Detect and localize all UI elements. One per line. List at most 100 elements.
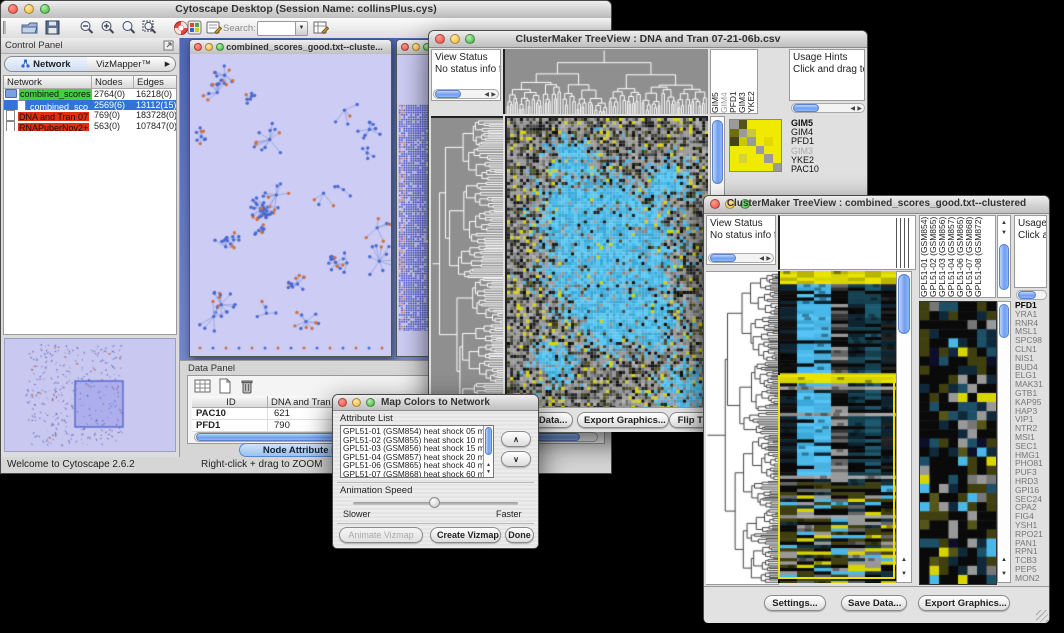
tv1-heatmap[interactable] [505,116,708,409]
column-label[interactable]: YKE2 [747,50,756,113]
close-icon[interactable] [194,43,202,51]
attribute-item[interactable]: GPL51-02 (GSM855) heat shock 10 min [343,436,493,445]
speed-slider-thumb[interactable] [429,497,440,508]
move-down-button[interactable]: ∨ [501,451,531,467]
save-data-button[interactable]: Save Data... [841,595,907,611]
matrix-cell[interactable] [730,154,739,163]
dialog-titlebar[interactable]: Map Colors to Network [333,395,538,411]
tv2-row-dendrogram[interactable] [706,271,779,585]
annotation-icon[interactable] [206,20,222,35]
matrix-cell[interactable] [739,163,748,172]
matrix-cell[interactable] [756,154,765,163]
matrix-cell[interactable] [747,163,756,172]
search-input[interactable] [257,21,297,36]
column-label[interactable]: GIM4 [720,50,729,113]
matrix-cell[interactable] [739,154,748,163]
tv2-titlebar[interactable]: ClusterMaker TreeView : combined_scores_… [704,196,1049,214]
scroll-left-icon[interactable]: ◀ [759,255,764,263]
tv1-titlebar[interactable]: ClusterMaker TreeView : DNA and Tran 07-… [429,31,867,48]
matrix-cell[interactable] [739,137,748,146]
matrix-cell[interactable] [739,120,748,129]
scroll-up-icon[interactable]: ▲ [998,220,1010,227]
table-icon[interactable] [194,379,211,394]
animate-vizmap-button[interactable]: Animate Vizmap [339,527,423,543]
zoom-fit-icon[interactable] [121,20,136,35]
matrix-cell[interactable] [773,146,782,155]
tv2-vscrollbar[interactable]: ▲ ▼ [896,271,912,583]
tv1-zoom-matrix[interactable] [729,119,782,172]
tv2-zoom-heatmap[interactable] [919,301,997,585]
matrix-cell[interactable] [764,120,773,129]
settings-button[interactable]: Settings... [764,595,826,611]
scrollbar-thumb[interactable] [898,274,910,334]
tv1-column-dendrogram[interactable] [503,49,708,114]
column-label[interactable]: GPL51-08 (GSM872) [974,216,983,297]
network-table-row[interactable]: DNA and Tran 07769(0)183728(0) [4,110,176,121]
scrollbar-thumb[interactable] [1018,291,1036,299]
column-label[interactable]: GPL51-03 (GSM856) [938,216,947,297]
matrix-cell[interactable] [764,163,773,172]
matrix-cell[interactable] [747,146,756,155]
scrollbar-thumb[interactable] [793,104,819,112]
data-col-id[interactable]: ID [192,396,268,408]
matrix-cell[interactable] [730,146,739,155]
matrix-cell[interactable] [730,129,739,138]
column-label[interactable]: PFD1 [729,50,738,113]
open-folder-icon[interactable] [21,20,38,35]
tv2-status-scrollbar[interactable]: ◀ ▶ [708,253,774,263]
column-label[interactable]: GPL51-06 (GSM865) [956,216,965,297]
zoom-out-icon[interactable] [79,20,94,35]
scroll-right-icon[interactable]: ▶ [491,91,496,99]
col-nodes[interactable]: Nodes [92,76,134,89]
birdseye-view[interactable] [4,338,176,452]
tv2-collabel-scrollbar[interactable]: ▲ ▼ [997,215,1011,298]
tab-network[interactable]: Network [4,56,88,72]
tv2-column-labels[interactable]: GPL51-01 (GSM854)GPL51-02 (GSM855)GPL51-… [919,215,996,298]
dense-network-canvas[interactable] [398,104,432,331]
col-edges[interactable]: Edges [134,76,176,89]
column-label[interactable]: GPL51-04 (GSM857) [947,216,956,297]
gene-label[interactable]: MON2 [1015,574,1048,583]
matrix-cell[interactable] [730,163,739,172]
tv1-hints-scrollbar[interactable]: ◀ ▶ [791,103,865,113]
tv1-column-labels[interactable]: GIM5GIM4PFD1GIM3YKE2PAC10 [710,49,758,114]
scrollbar-thumb[interactable] [999,304,1009,338]
scroll-left-icon[interactable]: ◀ [850,105,855,113]
matrix-cell[interactable] [747,120,756,129]
export-graphics-button[interactable]: Export Graphics... [918,595,1010,611]
close-icon[interactable] [401,43,409,51]
scroll-down-icon[interactable]: ▼ [998,571,1010,578]
col-network[interactable]: Network [4,76,92,89]
scroll-down-icon[interactable]: ▼ [897,571,911,578]
node-attributes-icon[interactable] [187,20,202,35]
attribute-item[interactable]: GPL51-07 (GSM868) heat shock 60 min [343,470,493,478]
matrix-cell[interactable] [730,137,739,146]
matrix-cell[interactable] [773,154,782,163]
minimize-icon[interactable] [412,43,420,51]
zoom-selected-icon[interactable] [142,20,157,35]
column-label[interactable]: GIM5 [711,50,720,113]
matrix-cell[interactable] [730,120,739,129]
matrix-cell[interactable] [773,120,782,129]
scroll-right-icon[interactable]: ▶ [766,255,771,263]
matrix-cell[interactable] [756,137,765,146]
attribute-item[interactable]: GPL51-01 (GSM854) heat shock 05 min [343,427,493,436]
scroll-down-icon[interactable]: ▼ [998,230,1010,237]
matrix-cell[interactable] [747,129,756,138]
tv1-status-scrollbar[interactable]: ◀ ▶ [433,89,499,99]
attribute-item[interactable]: GPL51-06 (GSM865) heat shock 40 min [343,461,493,470]
scroll-left-icon[interactable]: ◀ [484,91,489,99]
tv1-gene-list[interactable]: GIM5GIM4PFD1GIM3YKE2PAC10 [791,119,861,175]
matrix-cell[interactable] [764,129,773,138]
resize-grip[interactable] [1036,610,1048,622]
network-view-titlebar[interactable]: combined_scores_good.txt--cluste... [190,40,391,55]
matrix-cell[interactable] [764,154,773,163]
scroll-up-icon[interactable]: ▲ [897,557,911,564]
scrollbar-thumb[interactable] [712,120,723,184]
scroll-up-icon[interactable]: ▲ [484,462,493,469]
attribute-item[interactable]: GPL51-03 (GSM856) heat shock 15 min [343,444,493,453]
attr-list-scrollbar[interactable]: ▲ ▼ [483,426,493,477]
done-button[interactable]: Done [505,527,534,543]
matrix-cell[interactable] [773,163,782,172]
tab-overflow-arrow[interactable]: ▶ [160,56,176,72]
